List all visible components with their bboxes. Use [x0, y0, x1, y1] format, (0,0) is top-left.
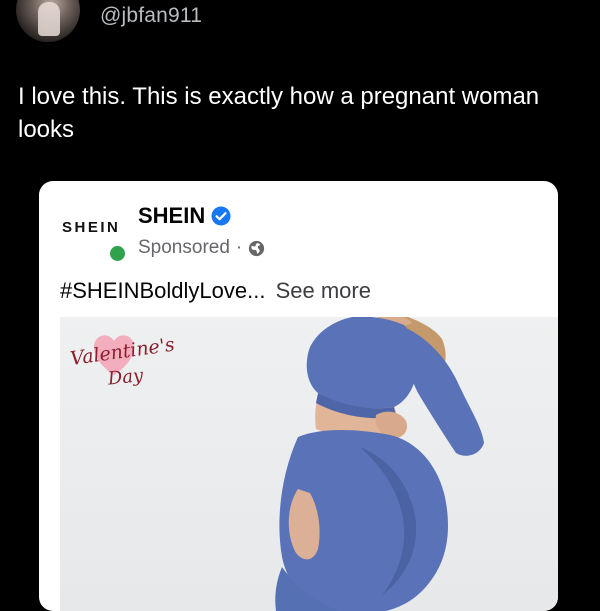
shein-logo[interactable]: SHEIN — [62, 219, 120, 236]
see-more-link[interactable]: See more — [276, 278, 371, 303]
ad-image[interactable]: Valentine's Day — [60, 317, 558, 611]
sponsored-row: Sponsored · — [138, 237, 265, 259]
page-name-row: SHEIN — [138, 203, 231, 229]
tweet: @jbfan911 I love this. This is exactly h… — [0, 0, 600, 611]
verified-badge-icon — [211, 206, 231, 226]
embedded-ad-screenshot[interactable]: SHEIN SHEIN Sponsored · #SHEINBoldlyLove… — [39, 181, 558, 611]
sponsored-label[interactable]: Sponsored — [138, 237, 230, 259]
ad-caption: #SHEINBoldlyLove... See more — [60, 278, 371, 304]
valentines-day-badge: Valentine's Day — [69, 334, 176, 390]
page-name[interactable]: SHEIN — [138, 203, 205, 229]
separator-dot: · — [235, 237, 243, 258]
avatar[interactable] — [16, 0, 80, 42]
online-status-dot — [108, 244, 127, 263]
tweet-text: I love this. This is exactly how a pregn… — [18, 83, 540, 143]
badge-text-line2: Day — [106, 365, 145, 390]
avatar-figure — [38, 2, 60, 36]
globe-icon — [248, 240, 265, 257]
hashtag-link[interactable]: #SHEINBoldlyLove... — [60, 278, 265, 303]
user-handle[interactable]: @jbfan911 — [100, 4, 202, 28]
